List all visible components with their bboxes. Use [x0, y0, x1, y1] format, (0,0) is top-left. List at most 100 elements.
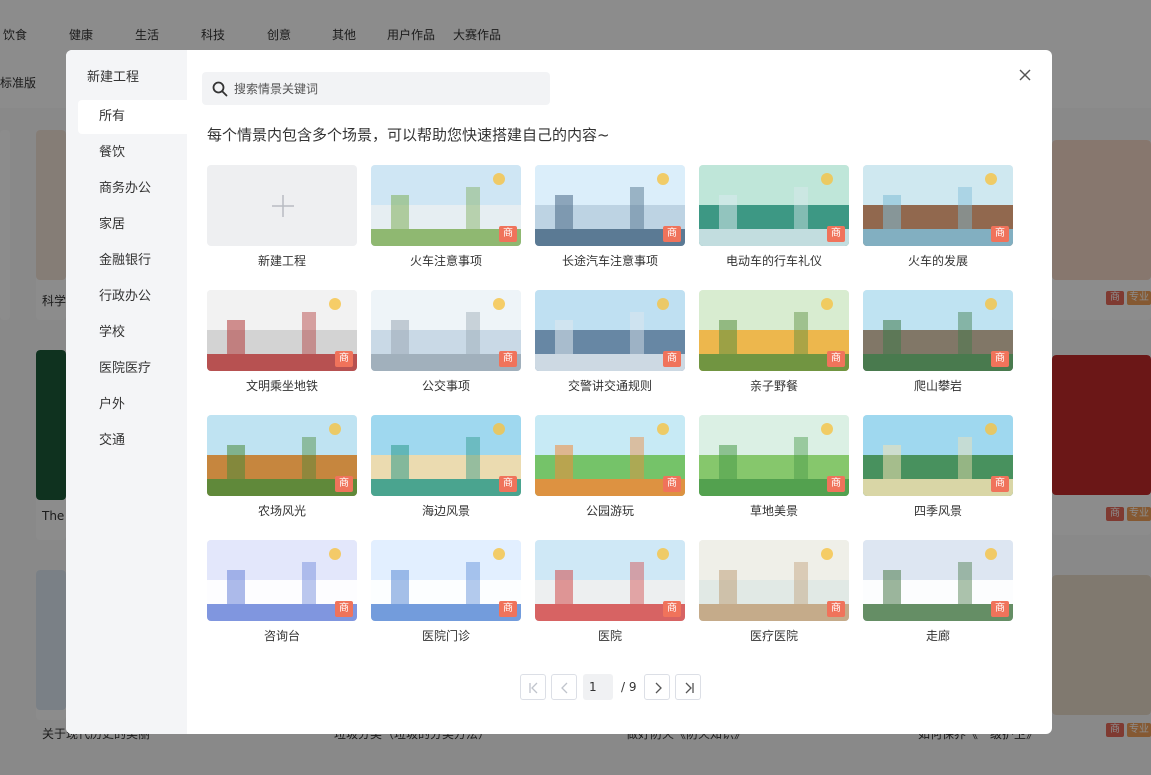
card-label: 草地美景	[749, 504, 798, 518]
template-card[interactable]: 商爬山攀岩	[863, 290, 1013, 393]
template-thumbnail[interactable]: 商	[535, 540, 685, 621]
card-label: 走廊	[925, 629, 950, 643]
card-label: 爬山攀岩	[913, 379, 962, 393]
category-outdoor[interactable]: 户外	[78, 388, 187, 422]
first-page-button[interactable]	[520, 674, 546, 700]
first-page-icon	[529, 682, 538, 694]
card-label: 咨询台	[263, 629, 300, 643]
category-school[interactable]: 学校	[78, 316, 187, 350]
template-thumbnail[interactable]: 商	[207, 290, 357, 371]
card-label: 火车注意事项	[409, 254, 482, 268]
card-label: 四季风景	[913, 504, 962, 518]
template-thumbnail[interactable]: 商	[371, 165, 521, 246]
card-label: 公园游玩	[585, 504, 634, 518]
template-card[interactable]: 商草地美景	[699, 415, 849, 518]
template-card[interactable]: 商农场风光	[207, 415, 357, 518]
commercial-badge: 商	[991, 476, 1009, 492]
template-card[interactable]: 商电动车的行车礼仪	[699, 165, 849, 268]
template-thumbnail[interactable]: 商	[863, 540, 1013, 621]
category-hospital[interactable]: 医院医疗	[78, 352, 187, 386]
category-traffic[interactable]: 交通	[78, 424, 187, 458]
template-card[interactable]: 商四季风景	[863, 415, 1013, 518]
template-card[interactable]: 商咨询台	[207, 540, 357, 643]
card-label: 新建工程	[257, 254, 306, 268]
template-thumbnail[interactable]: 商	[207, 415, 357, 496]
close-icon[interactable]	[1016, 66, 1034, 84]
template-thumbnail[interactable]: 商	[699, 415, 849, 496]
commercial-badge: 商	[663, 226, 681, 242]
template-thumbnail[interactable]: 商	[535, 415, 685, 496]
category-all[interactable]: 所有	[78, 100, 187, 134]
card-label: 农场风光	[257, 504, 306, 518]
template-card[interactable]: 商公园游玩	[535, 415, 685, 518]
template-thumbnail[interactable]: 商	[863, 415, 1013, 496]
new-project-card[interactable]: 新建工程	[207, 165, 357, 268]
next-page-button[interactable]	[644, 674, 670, 700]
commercial-badge: 商	[827, 226, 845, 242]
template-thumbnail[interactable]: 商	[535, 165, 685, 246]
template-card[interactable]: 商医院门诊	[371, 540, 521, 643]
template-card[interactable]: 商亲子野餐	[699, 290, 849, 393]
card-label: 公交事项	[421, 379, 470, 393]
template-thumbnail[interactable]: 商	[371, 540, 521, 621]
prev-page-button[interactable]	[551, 674, 577, 700]
commercial-badge: 商	[499, 351, 517, 367]
category-catering[interactable]: 餐饮	[78, 136, 187, 170]
category-business-office[interactable]: 商务办公	[78, 172, 187, 206]
template-thumbnail[interactable]: 商	[863, 290, 1013, 371]
commercial-badge: 商	[335, 351, 353, 367]
page-total: / 9	[621, 680, 637, 694]
card-label: 电动车的行车礼仪	[725, 254, 822, 268]
last-page-icon	[685, 682, 694, 694]
commercial-badge: 商	[991, 601, 1009, 617]
search-icon[interactable]	[212, 81, 228, 97]
search-input[interactable]	[234, 72, 534, 105]
commercial-badge: 商	[499, 601, 517, 617]
commercial-badge: 商	[335, 476, 353, 492]
category-admin-office[interactable]: 行政办公	[78, 280, 187, 314]
commercial-badge: 商	[499, 476, 517, 492]
commercial-badge: 商	[827, 601, 845, 617]
card-label: 医院门诊	[421, 629, 470, 643]
template-card[interactable]: 商交警讲交通规则	[535, 290, 685, 393]
category-finance-bank[interactable]: 金融银行	[78, 244, 187, 278]
card-label: 火车的发展	[907, 254, 968, 268]
commercial-badge: 商	[991, 351, 1009, 367]
template-thumbnail[interactable]: 商	[863, 165, 1013, 246]
new-project-thumb[interactable]	[207, 165, 357, 246]
dialog-subtitle: 每个情景内包含多个场景，可以帮助您快速搭建自己的内容~	[207, 126, 610, 144]
template-card[interactable]: 商海边风景	[371, 415, 521, 518]
template-card[interactable]: 商火车的发展	[863, 165, 1013, 268]
template-thumbnail[interactable]: 商	[699, 540, 849, 621]
category-sidebar: 新建工程 所有 餐饮 商务办公 家居 金融银行 行政办公 学校 医院医疗 户外 …	[66, 50, 187, 734]
commercial-badge: 商	[335, 601, 353, 617]
card-label: 交警讲交通规则	[567, 379, 652, 393]
commercial-badge: 商	[827, 476, 845, 492]
template-card[interactable]: 商医院	[535, 540, 685, 643]
card-label: 医院	[597, 629, 622, 643]
commercial-badge: 商	[663, 601, 681, 617]
template-thumbnail[interactable]: 商	[371, 290, 521, 371]
new-project-dialog: 新建工程 所有 餐饮 商务办公 家居 金融银行 行政办公 学校 医院医疗 户外 …	[66, 50, 1052, 734]
chevron-left-icon	[561, 682, 568, 694]
commercial-badge: 商	[663, 351, 681, 367]
template-card[interactable]: 商长途汽车注意事项	[535, 165, 685, 268]
last-page-button[interactable]	[675, 674, 701, 700]
commercial-badge: 商	[663, 476, 681, 492]
chevron-right-icon	[655, 682, 662, 694]
template-thumbnail[interactable]: 商	[371, 415, 521, 496]
template-thumbnail[interactable]: 商	[699, 290, 849, 371]
template-thumbnail[interactable]: 商	[535, 290, 685, 371]
category-home[interactable]: 家居	[78, 208, 187, 242]
template-card[interactable]: 商火车注意事项	[371, 165, 521, 268]
template-thumbnail[interactable]: 商	[207, 540, 357, 621]
template-thumbnail[interactable]: 商	[699, 165, 849, 246]
template-card[interactable]: 商走廊	[863, 540, 1013, 643]
card-label: 海边风景	[421, 504, 470, 518]
sidebar-title: 新建工程	[87, 70, 140, 85]
search-box	[202, 72, 550, 105]
template-card[interactable]: 商医疗医院	[699, 540, 849, 643]
template-card[interactable]: 商文明乘坐地铁	[207, 290, 357, 393]
page-number-input[interactable]	[583, 674, 613, 700]
template-card[interactable]: 商公交事项	[371, 290, 521, 393]
